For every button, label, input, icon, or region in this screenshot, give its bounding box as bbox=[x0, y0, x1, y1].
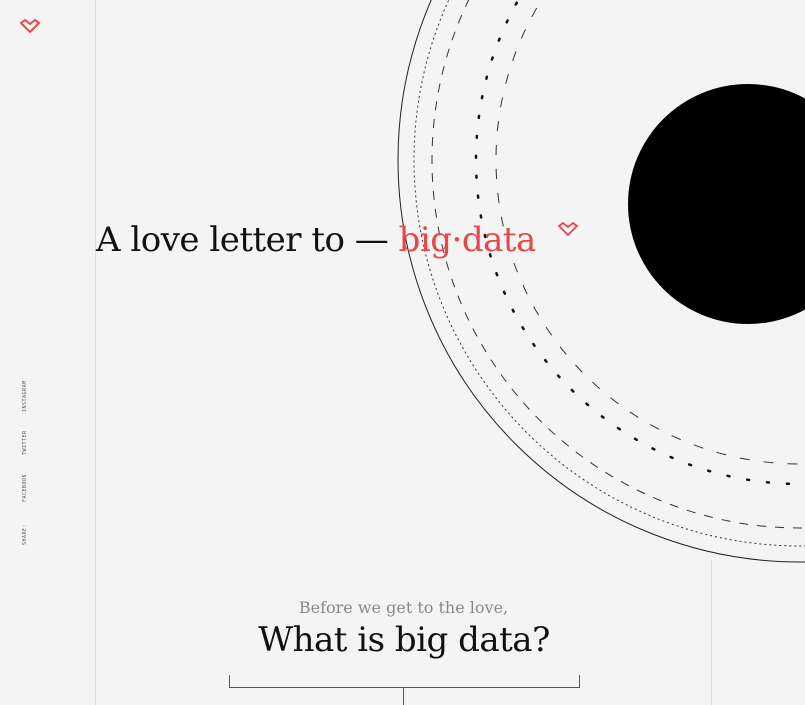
share-instagram[interactable]: INSTAGRAM bbox=[22, 380, 28, 412]
section-kicker: Before we get to the love, bbox=[298, 598, 509, 617]
hero-title: A love letter to — big·data bbox=[96, 220, 536, 260]
logo-heart-icon[interactable] bbox=[19, 18, 41, 34]
hero-title-prefix: A love letter to — bbox=[96, 220, 389, 260]
share-twitter[interactable]: TWITTER bbox=[22, 430, 28, 455]
share-facebook[interactable]: FACEBOOK bbox=[22, 474, 28, 502]
heart-chevron-icon bbox=[557, 221, 579, 237]
black-disc bbox=[628, 84, 805, 324]
section-heading: What is big data? bbox=[258, 620, 550, 660]
share-label: SHARE: bbox=[22, 523, 28, 545]
hero-title-accent: big·data bbox=[398, 220, 537, 260]
share-links: SHARE: FACEBOOK TWITTER INSTAGRAM bbox=[22, 380, 32, 550]
section-bracket bbox=[229, 675, 580, 705]
